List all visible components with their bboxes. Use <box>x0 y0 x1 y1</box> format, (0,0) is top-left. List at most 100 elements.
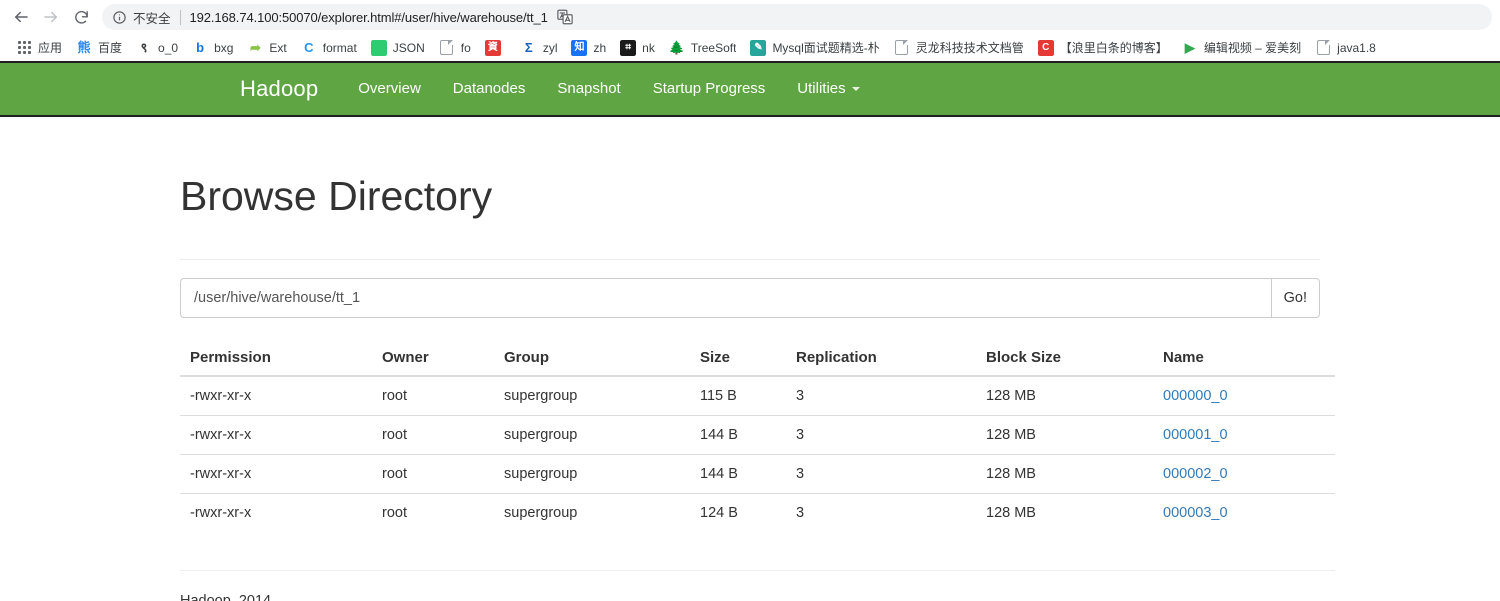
play-store-icon: ▶ <box>1184 40 1195 55</box>
file-listing-table: Permission Owner Group Size Replication Block… <box>180 341 1335 533</box>
table-row: -rwxr-xr-x root supergroup 115 B 3 128 MB 0000… <box>180 376 1335 416</box>
file-link[interactable]: 000000_0 <box>1163 388 1228 404</box>
format-icon: C <box>304 40 314 55</box>
cell-block-size: 128 MB <box>986 388 1036 405</box>
bookmark-item[interactable]: C 【浪里白条的博客】 <box>1031 37 1175 59</box>
column-header-name[interactable]: Name <box>1153 341 1335 378</box>
bookmark-item[interactable]: 灵龙科技技术文档管 <box>887 37 1031 59</box>
document-icon <box>439 40 455 56</box>
bookmark-label: Ext <box>269 40 287 55</box>
apps-grid-icon <box>16 40 32 56</box>
main-navbar: Hadoop Overview Datanodes Snapshot Startup … <box>0 61 1500 117</box>
bookmark-item[interactable]: ▶ 编辑视频 – 爱美刻 <box>1175 37 1308 59</box>
cell-replication: 3 <box>796 388 805 405</box>
omnibox-divider <box>179 9 181 25</box>
nk-icon: ⌗ <box>620 39 637 56</box>
nav-link-overview[interactable]: Overview <box>342 61 437 117</box>
column-header-owner[interactable]: Owner <box>372 341 494 378</box>
column-header-block-size[interactable]: Block Size <box>976 341 1153 378</box>
reload-button[interactable] <box>66 2 96 32</box>
bookmark-label: java1.8 <box>1337 40 1376 55</box>
url-text: 192.168.74.100:50070/explorer.html#/user… <box>189 9 548 25</box>
column-header-group[interactable]: Group <box>494 341 690 378</box>
go-button[interactable]: Go! <box>1270 278 1320 319</box>
cell-name[interactable]: 000002_0 <box>1153 454 1335 494</box>
file-link[interactable]: 000003_0 <box>1163 505 1228 521</box>
nav-link-snapshot[interactable]: Snapshot <box>541 61 636 117</box>
cell-size: 144 B <box>690 454 786 494</box>
bookmark-item[interactable]: JSON <box>364 37 432 59</box>
nav-link-datanodes[interactable]: Datanodes <box>437 61 542 117</box>
table-header-row: Permission Owner Group Size Replication Block… <box>180 341 1335 378</box>
column-header-permission[interactable]: Permission <box>180 341 372 378</box>
bookmark-item[interactable]: fo <box>432 37 478 59</box>
cell-replication: 3 <box>786 493 976 533</box>
bookmark-label: 灵龙科技技术文档管 <box>915 41 1024 55</box>
bookmark-label: o_0 <box>158 40 179 55</box>
cell-size: 144 B <box>690 415 786 455</box>
bookmark-item[interactable]: Σzyl <box>514 37 565 59</box>
table-row: -rwxr-xr-x root supergroup 124 B 3 128 MB 0000… <box>180 493 1335 533</box>
bookmarks-bar: 应用熊百度 ९ o_0 b bxg ➦ Ext Cformat JSON fo 資 Σzyl 知 zh ⌗ n… <box>0 34 1500 61</box>
bookmark-item[interactable]: 🌲 TreeSoft <box>662 37 744 59</box>
nav-link-startup-progress[interactable]: Startup Progress <box>637 61 782 117</box>
cell-block-size: 128 MB <box>976 493 1153 533</box>
bookmark-item[interactable]: 知 zh <box>564 37 613 59</box>
bookmark-label: 编辑视频 – 爱美刻 <box>1203 41 1302 55</box>
page-footer: Hadoop, 2014. <box>180 571 1320 601</box>
cell-group: supergroup <box>494 454 690 494</box>
bookmark-label: format <box>322 40 357 55</box>
bookmark-label: TreeSoft <box>690 40 737 55</box>
json-icon <box>370 39 387 56</box>
treesoft-icon: 🌲 <box>668 40 685 55</box>
bookmark-label: nk <box>642 40 655 55</box>
nav-link-utilities[interactable]: Utilities <box>781 61 875 117</box>
file-link[interactable]: 000001_0 <box>1163 427 1228 443</box>
bookmark-label: JSON <box>392 40 425 55</box>
table-header: Permission Owner Group Size Replication Block… <box>180 341 1335 378</box>
cell-group: supergroup <box>504 388 578 405</box>
bookmark-item[interactable]: 应用 <box>9 37 69 59</box>
table-row: -rwxr-xr-x root supergroup 144 B 3 128 MB 0000… <box>180 454 1335 494</box>
bookmark-item[interactable]: ९ o_0 <box>129 37 185 59</box>
browser-toolbar: 不安全 192.168.74.100:50070/explorer.html#/… <box>0 0 1500 34</box>
cell-replication: 3 <box>786 415 976 455</box>
column-header-size[interactable]: Size <box>690 341 786 378</box>
forward-button[interactable] <box>36 2 66 32</box>
column-header-replication[interactable]: Replication <box>786 341 976 378</box>
cell-name[interactable]: 000003_0 <box>1153 493 1335 533</box>
cell-block-size: 128 MB <box>976 454 1153 494</box>
bookmark-item[interactable]: b bxg <box>185 37 240 59</box>
directory-path-input[interactable] <box>180 278 1271 319</box>
bookmark-item[interactable]: Cformat <box>294 37 364 59</box>
ext-leaf-icon: ➦ <box>249 40 261 55</box>
back-button[interactable] <box>6 2 36 32</box>
cell-name[interactable]: 000000_0 <box>1153 376 1335 416</box>
security-status-label: 不安全 <box>133 11 171 26</box>
cell-name[interactable]: 000001_0 <box>1153 415 1335 455</box>
cell-permission: -rwxr-xr-x <box>190 388 252 405</box>
bookmark-item[interactable]: 資 <box>478 37 514 59</box>
bookmark-label: bxg <box>214 40 234 55</box>
document-icon <box>894 40 910 56</box>
bookmark-o0-icon: ९ <box>140 40 148 55</box>
table-row: -rwxr-xr-x root supergroup 144 B 3 128 MB 0000… <box>180 415 1335 455</box>
title-divider <box>180 259 1320 261</box>
cell-owner: root <box>372 415 494 455</box>
hadoop-page: Hadoop Overview Datanodes Snapshot Startup … <box>0 61 1500 601</box>
bookmark-item[interactable]: ➦ Ext <box>240 37 293 59</box>
bookmark-item[interactable]: java1.8 <box>1308 37 1383 59</box>
address-bar[interactable]: 不安全 192.168.74.100:50070/explorer.html#/… <box>102 4 1492 30</box>
bookmark-label: zyl <box>542 40 558 55</box>
bookmark-item[interactable]: 熊百度 <box>69 37 129 59</box>
bookmark-item[interactable]: ✎ Mysql面试题精选-朴 <box>743 37 886 59</box>
info-circle-icon[interactable] <box>112 10 127 25</box>
bxg-icon: b <box>196 40 205 55</box>
brand-hadoop[interactable]: Hadoop <box>224 76 334 102</box>
bookmark-item[interactable]: ⌗ nk <box>613 37 662 59</box>
path-search-group: Go! <box>180 278 1320 319</box>
translate-icon[interactable] <box>556 8 574 26</box>
cell-permission: -rwxr-xr-x <box>180 415 372 455</box>
cell-group: supergroup <box>494 493 690 533</box>
file-link[interactable]: 000002_0 <box>1163 466 1228 482</box>
